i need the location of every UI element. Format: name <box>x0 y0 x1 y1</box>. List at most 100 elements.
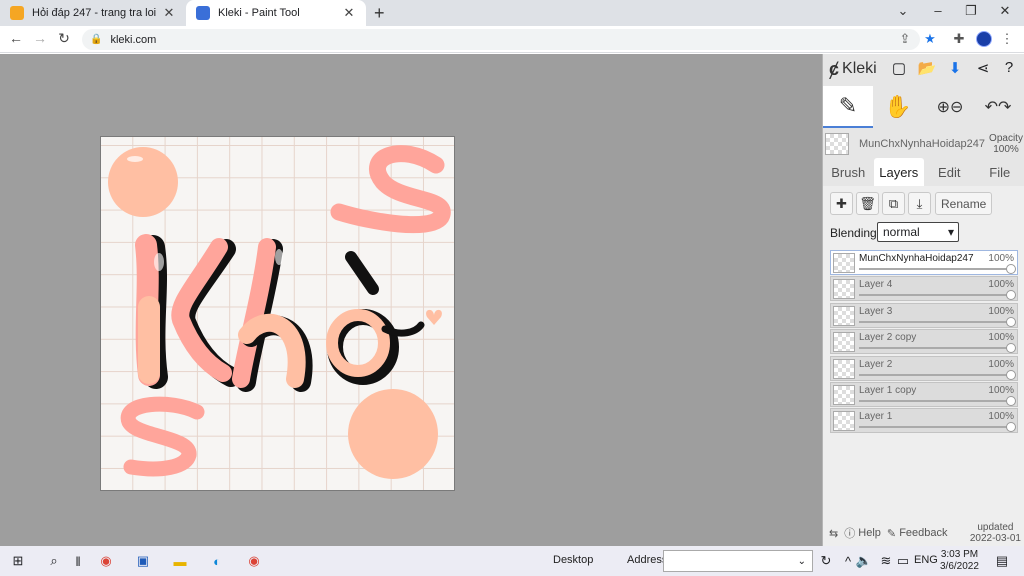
layer-opacity-track[interactable] <box>859 426 1011 429</box>
system-clock[interactable]: 3:03 PM 3/6/2022 <box>940 549 979 573</box>
layer-opacity: 100% <box>988 279 1014 291</box>
layer-opacity-handle[interactable] <box>1006 369 1016 380</box>
hand-tool-icon[interactable]: ✋ <box>873 86 923 128</box>
layer-opacity-handle[interactable] <box>1006 316 1016 327</box>
layer-opacity-handle[interactable] <box>1006 395 1016 406</box>
help-icon[interactable]: ? <box>999 59 1019 76</box>
layer-name: Layer 1 <box>859 411 893 423</box>
undo-redo-icons[interactable]: ↶↷ <box>973 86 1023 128</box>
windows-start-icon[interactable]: ⊞ <box>8 552 28 570</box>
restore-icon[interactable]: ❐ <box>954 3 988 19</box>
layer-thumbnail <box>833 384 855 405</box>
layer-opacity-handle[interactable] <box>1006 290 1016 301</box>
task-view-icon[interactable]: ‖ <box>68 552 88 570</box>
menu-icon[interactable]: ⋮ <box>998 31 1016 47</box>
volume-icon[interactable]: 🔈 <box>854 552 874 570</box>
taskbar-address-label: Address <box>627 554 668 566</box>
layer-opacity-track[interactable] <box>859 347 1011 350</box>
new-tab-icon[interactable]: + <box>374 3 385 24</box>
layer-opacity-handle[interactable] <box>1006 264 1016 274</box>
tab-title: Kleki - Paint Tool <box>218 7 300 19</box>
tab-edit[interactable]: Edit <box>924 158 975 186</box>
taskbar-address-input[interactable]: ⌄ <box>663 550 813 572</box>
close-tab-icon[interactable]: ✕ <box>162 5 176 21</box>
layer-item[interactable]: Layer 4 100% <box>830 276 1018 302</box>
share-icon[interactable]: ⇪ <box>896 31 914 47</box>
download-icon[interactable]: ⬇ <box>945 59 965 77</box>
new-image-icon[interactable]: ▢ <box>889 59 909 77</box>
battery-icon[interactable]: ▭ <box>893 552 913 570</box>
close-window-icon[interactable]: ✕ <box>988 3 1022 19</box>
tab-file[interactable]: File <box>975 158 1024 186</box>
search-icon[interactable]: ⌕ <box>44 552 64 570</box>
merge-down-button[interactable]: ⤓ <box>908 192 931 215</box>
feedback-label: Feedback <box>899 527 948 539</box>
layer-opacity-track[interactable] <box>859 268 1011 270</box>
back-icon[interactable]: ← <box>6 30 26 46</box>
active-layer-opacity[interactable]: Opacity 100% <box>987 133 1024 155</box>
browser-tab-strip: Hỏi đáp 247 - trang tra loi ✕ Kleki - Pa… <box>0 0 1024 26</box>
drawing-canvas[interactable] <box>100 136 455 491</box>
delete-layer-button[interactable]: 🗑 <box>856 192 879 215</box>
tab-hoidap[interactable]: Hỏi đáp 247 - trang tra loi ✕ <box>0 0 186 26</box>
layer-item[interactable]: Layer 2 100% <box>830 355 1018 381</box>
language-indicator[interactable]: ENG <box>914 554 938 566</box>
windows-taskbar: ⊞ ⌕ ‖ ◉ ▣ ▬ ◐ ◉ Desktop Address ⌄ ↻ ^ 🔈 … <box>0 546 1024 576</box>
chrome-active-icon[interactable]: ◉ <box>244 552 264 570</box>
layer-thumbnail <box>833 253 855 273</box>
notifications-icon[interactable]: ▤ <box>992 552 1012 570</box>
reload-icon[interactable]: ↻ <box>54 30 74 47</box>
taskbar-desktop-label[interactable]: Desktop <box>553 554 593 566</box>
layer-opacity-handle[interactable] <box>1006 422 1016 433</box>
brush-tool-icon[interactable]: ✎ <box>823 86 873 128</box>
layer-opacity-handle[interactable] <box>1006 343 1016 354</box>
help-circle-icon: ⓘ <box>844 528 859 540</box>
close-tab-icon[interactable]: ✕ <box>342 5 356 21</box>
blending-select[interactable]: normal ▾ <box>877 222 959 242</box>
layer-item[interactable]: Layer 1 100% <box>830 408 1018 434</box>
address-bar[interactable]: 🔒 kleki.com <box>82 29 920 50</box>
browser-toolbar: ← → ↻ 🔒 kleki.com ⇪ ★ ✚ ⋮ <box>0 26 1024 53</box>
tab-brush[interactable]: Brush <box>823 158 874 186</box>
rename-button[interactable]: Rename <box>935 192 993 215</box>
layer-item[interactable]: Layer 3 100% <box>830 302 1018 328</box>
layer-opacity-track[interactable] <box>859 399 1011 402</box>
active-layer-thumbnail <box>825 133 849 155</box>
layer-opacity: 100% <box>988 305 1014 317</box>
minimize-icon[interactable]: – <box>921 3 955 18</box>
feedback-link[interactable]: ✎ Feedback <box>887 527 948 540</box>
layer-opacity-track[interactable] <box>859 294 1011 297</box>
kleki-side-panel: ȼ Kleki ▢ 📂 ⬇ ⋖ ? ✎ ✋ ⊕⊖ ↶↷ MunChxNynhaH… <box>822 54 1024 546</box>
canvas-workarea[interactable] <box>0 54 822 546</box>
file-explorer-icon[interactable]: ▬ <box>170 552 190 570</box>
swap-side-icon[interactable]: ⇆ <box>829 527 838 540</box>
kleki-logo-icon: ȼ <box>829 58 840 79</box>
kleki-favicon-icon <box>196 6 210 20</box>
zoom-icons[interactable]: ⊕⊖ <box>925 86 975 128</box>
edge-icon[interactable]: ◐ <box>207 552 227 570</box>
tab-kleki[interactable]: Kleki - Paint Tool ✕ <box>186 0 366 26</box>
extensions-icon[interactable]: ✚ <box>950 31 968 47</box>
add-layer-button[interactable]: ✚ <box>830 192 853 215</box>
store-icon[interactable]: ▣ <box>133 552 153 570</box>
peach-circle-bottom-right <box>348 389 438 479</box>
forward-icon[interactable]: → <box>30 30 50 46</box>
help-link[interactable]: ⓘ Help <box>844 525 881 541</box>
duplicate-layer-button[interactable]: ⧉ <box>882 192 905 215</box>
layer-opacity-track[interactable] <box>859 320 1011 323</box>
layer-item[interactable]: Layer 2 copy 100% <box>830 329 1018 355</box>
refresh-icon[interactable]: ↻ <box>816 552 836 570</box>
tab-layers[interactable]: Layers <box>873 158 924 186</box>
layer-opacity-track[interactable] <box>859 373 1011 376</box>
profile-avatar[interactable] <box>976 31 992 47</box>
open-folder-icon[interactable]: 📂 <box>917 59 937 77</box>
tab-title: Hỏi đáp 247 - trang tra loi <box>32 7 157 19</box>
layer-item[interactable]: Layer 1 copy 100% <box>830 381 1018 407</box>
layer-opacity: 100% <box>988 411 1014 423</box>
layer-item[interactable]: MunChxNynhaHoidap247 100% <box>830 250 1018 275</box>
blending-value: normal <box>883 225 920 239</box>
tab-search-icon[interactable]: ⌄ <box>886 3 920 19</box>
chrome-icon[interactable]: ◉ <box>96 552 116 570</box>
share-icon[interactable]: ⋖ <box>973 59 993 77</box>
bookmark-star-icon[interactable]: ★ <box>921 31 939 47</box>
